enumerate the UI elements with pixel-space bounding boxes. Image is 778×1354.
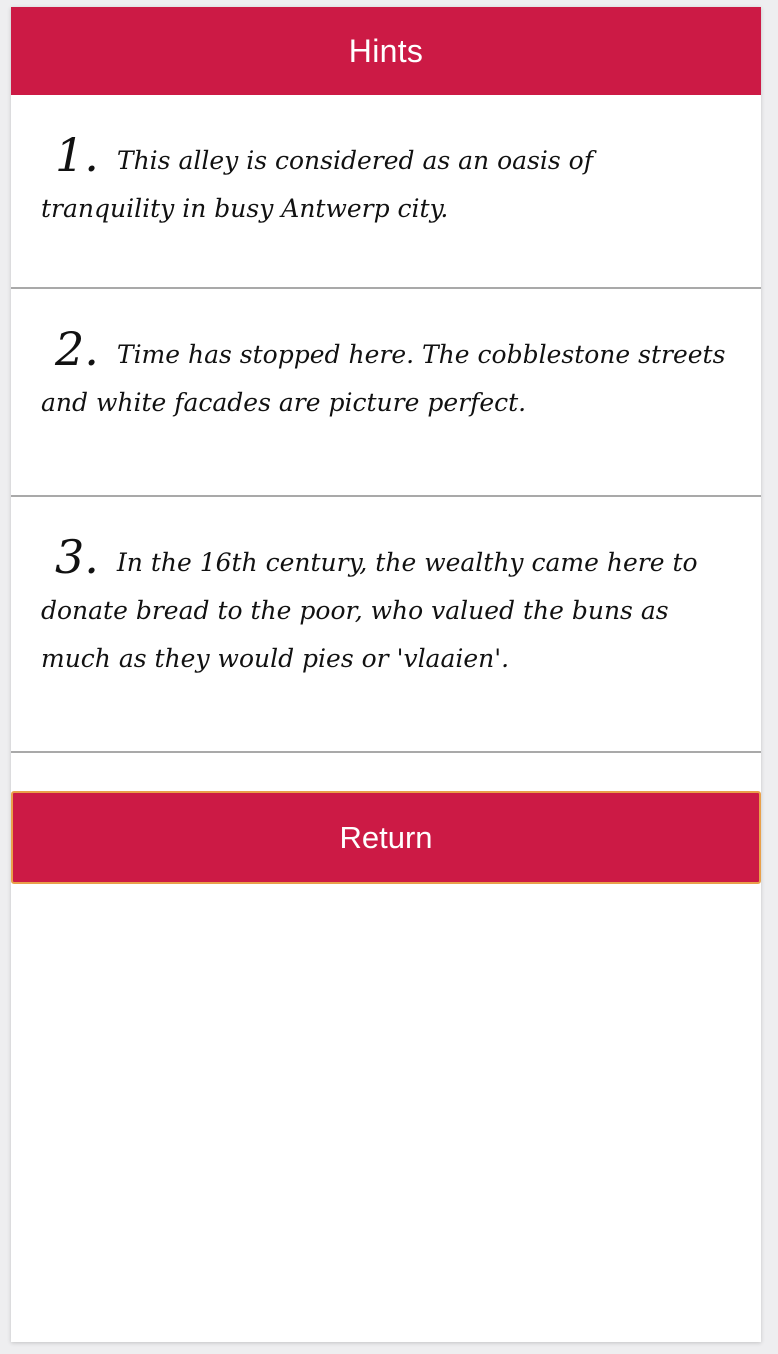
- hint-number: 2.: [55, 322, 99, 376]
- page-title: Hints: [348, 32, 424, 69]
- hint-text: Time has stopped here. The cobblestone s…: [41, 340, 726, 417]
- hint-item-1: 1. This alley is considered as an oasis o…: [11, 95, 761, 289]
- hints-panel: Hints 1. This alley is considered as an o…: [11, 7, 761, 1342]
- hint-text: This alley is considered as an oasis of …: [41, 146, 593, 223]
- hint-item-2: 2. Time has stopped here. The cobblestone…: [11, 289, 761, 497]
- return-button[interactable]: Return: [11, 791, 761, 884]
- hint-item-3: 3. In the 16th century, the wealthy came …: [11, 497, 761, 753]
- header-bar: Hints: [11, 7, 761, 95]
- hint-number: 3.: [55, 530, 99, 584]
- hint-text: In the 16th century, the wealthy came he…: [41, 548, 698, 673]
- hint-number: 1.: [55, 128, 99, 182]
